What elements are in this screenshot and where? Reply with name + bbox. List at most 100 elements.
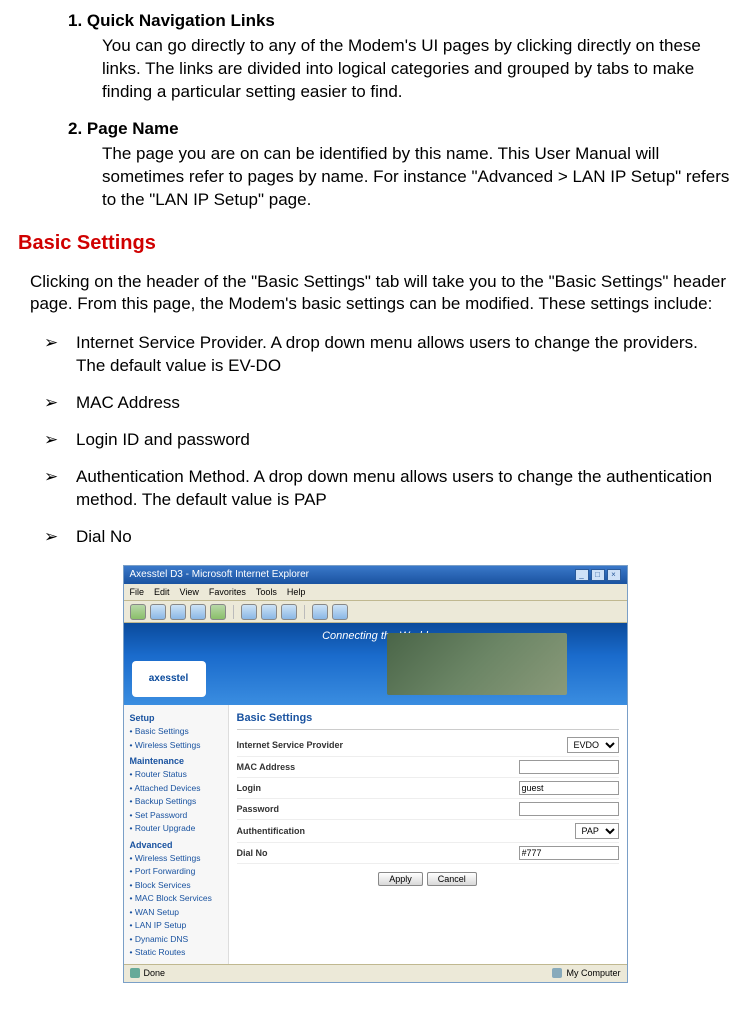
status-bar: Done My Computer [124, 964, 627, 982]
sidebar-link[interactable]: Dynamic DNS [130, 933, 228, 946]
form-input[interactable] [519, 760, 619, 774]
section-heading: Basic Settings [18, 230, 740, 257]
numbered-item: 1. Quick Navigation LinksYou can go dire… [68, 10, 740, 104]
sidebar-group-head: Advanced [130, 839, 228, 851]
back-icon[interactable] [130, 604, 146, 620]
form-row: MAC Address [237, 757, 619, 778]
window-buttons: _ □ × [575, 569, 621, 581]
sidebar-link[interactable]: Basic Settings [130, 725, 228, 738]
toolbar-separator [304, 605, 305, 619]
close-icon[interactable]: × [607, 569, 621, 581]
toolbar-separator [233, 605, 234, 619]
sidebar-link[interactable]: Backup Settings [130, 795, 228, 808]
form-select[interactable]: PAP [575, 823, 619, 839]
bullet-arrow-icon: ➢ [44, 466, 70, 512]
bullet-arrow-icon: ➢ [44, 392, 70, 415]
menu-item[interactable]: View [180, 586, 199, 598]
form-label: Password [237, 803, 387, 815]
menu-bar: File Edit View Favorites Tools Help [124, 584, 627, 601]
print-icon[interactable] [332, 604, 348, 620]
logo: axesstel [132, 661, 206, 697]
cancel-button[interactable]: Cancel [427, 872, 477, 886]
home-icon[interactable] [210, 604, 226, 620]
bullet-text: Dial No [70, 526, 728, 549]
sidebar-link[interactable]: Block Services [130, 879, 228, 892]
form-row: Authentification PAP [237, 820, 619, 843]
form-label: Internet Service Provider [237, 739, 387, 751]
numbered-item-body: The page you are on can be identified by… [102, 143, 740, 212]
embedded-screenshot: Axesstel D3 - Microsoft Internet Explore… [123, 565, 628, 983]
menu-item[interactable]: File [130, 586, 145, 598]
bullet-item: ➢Internet Service Provider. A drop down … [44, 332, 728, 378]
sidebar-link[interactable]: Wireless Settings [130, 739, 228, 752]
sidebar-group-head: Maintenance [130, 755, 228, 767]
window-title: Axesstel D3 - Microsoft Internet Explore… [130, 568, 310, 582]
sidebar: SetupBasic SettingsWireless SettingsMain… [124, 705, 229, 963]
form-label: MAC Address [237, 761, 387, 773]
sidebar-link[interactable]: Set Password [130, 809, 228, 822]
form-input[interactable] [519, 846, 619, 860]
bullet-text: Authentication Method. A drop down menu … [70, 466, 728, 512]
sidebar-link[interactable]: Attached Devices [130, 782, 228, 795]
bullet-arrow-icon: ➢ [44, 526, 70, 549]
bullet-arrow-icon: ➢ [44, 332, 70, 378]
stop-icon[interactable] [170, 604, 186, 620]
banner: Connecting the World axesstel [124, 623, 627, 705]
menu-item[interactable]: Help [287, 586, 306, 598]
bullet-item: ➢Authentication Method. A drop down menu… [44, 466, 728, 512]
bullet-text: MAC Address [70, 392, 728, 415]
bullet-item: ➢MAC Address [44, 392, 728, 415]
numbered-item-title: 1. Quick Navigation Links [68, 10, 740, 33]
sidebar-link[interactable]: Router Status [130, 768, 228, 781]
form-row: Password [237, 799, 619, 820]
status-text: Done [144, 967, 166, 979]
menu-item[interactable]: Tools [256, 586, 277, 598]
menu-item[interactable]: Edit [154, 586, 170, 598]
button-row: Apply Cancel [237, 864, 619, 890]
form-row: Dial No [237, 843, 619, 864]
numbered-item-title: 2. Page Name [68, 118, 740, 141]
favorites-icon[interactable] [261, 604, 277, 620]
sidebar-link[interactable]: LAN IP Setup [130, 919, 228, 932]
sidebar-link[interactable]: Wireless Settings [130, 852, 228, 865]
form-label: Login [237, 782, 387, 794]
form-label: Dial No [237, 847, 387, 859]
apply-button[interactable]: Apply [378, 872, 423, 886]
form-label: Authentification [237, 825, 387, 837]
banner-photo [387, 633, 567, 695]
zone-icon [552, 968, 562, 978]
bullet-item: ➢Login ID and password [44, 429, 728, 452]
sidebar-link[interactable]: Port Forwarding [130, 865, 228, 878]
menu-item[interactable]: Favorites [209, 586, 246, 598]
form-input[interactable] [519, 781, 619, 795]
bullet-text: Internet Service Provider. A drop down m… [70, 332, 728, 378]
sidebar-link[interactable]: WAN Setup [130, 906, 228, 919]
search-icon[interactable] [241, 604, 257, 620]
maximize-icon[interactable]: □ [591, 569, 605, 581]
forward-icon[interactable] [150, 604, 166, 620]
bullet-text: Login ID and password [70, 429, 728, 452]
toolbar [124, 601, 627, 623]
sidebar-group-head: Setup [130, 712, 228, 724]
content-title: Basic Settings [237, 711, 619, 730]
logo-text: axesstel [149, 672, 188, 686]
refresh-icon[interactable] [190, 604, 206, 620]
sidebar-link[interactable]: Static Routes [130, 946, 228, 959]
mail-icon[interactable] [312, 604, 328, 620]
form-row: Internet Service Provider EVDO [237, 734, 619, 757]
numbered-item-body: You can go directly to any of the Modem'… [102, 35, 740, 104]
bullet-arrow-icon: ➢ [44, 429, 70, 452]
minimize-icon[interactable]: _ [575, 569, 589, 581]
status-icon [130, 968, 140, 978]
intro-paragraph: Clicking on the header of the "Basic Set… [30, 271, 728, 317]
content-panel: Basic Settings Internet Service Provider… [229, 705, 627, 963]
form-input[interactable] [519, 802, 619, 816]
bullet-item: ➢Dial No [44, 526, 728, 549]
zone-text: My Computer [566, 967, 620, 979]
numbered-item: 2. Page NameThe page you are on can be i… [68, 118, 740, 212]
form-row: Login [237, 778, 619, 799]
form-select[interactable]: EVDO [567, 737, 619, 753]
history-icon[interactable] [281, 604, 297, 620]
sidebar-link[interactable]: MAC Block Services [130, 892, 228, 905]
sidebar-link[interactable]: Router Upgrade [130, 822, 228, 835]
